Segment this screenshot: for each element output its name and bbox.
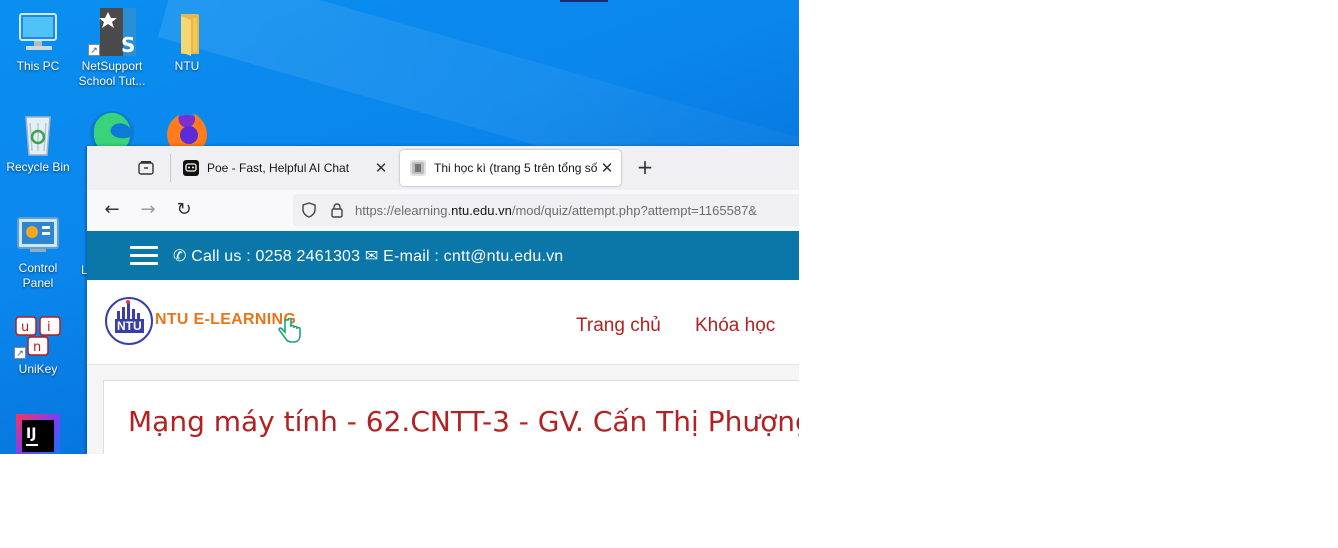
hamburger-menu-icon[interactable] [130,246,158,266]
moodle-page-icon [410,160,426,176]
course-title: Mạng máy tính - 62.CNTT-3 - GV. Cấn Thị … [128,405,799,438]
computer-icon [14,8,62,56]
contact-info: ✆ Call us : 0258 2461303 ✉ E-mail : cntt… [173,246,563,266]
course-header-card: Mạng máy tính - 62.CNTT-3 - GV. Cấn Thị … [103,380,799,454]
envelope-icon: ✉ [364,248,379,265]
desktop-icon-this-pc[interactable]: This PC [2,8,74,74]
url-path: /mod/quiz/attempt.php?attempt=1165587& [511,203,757,218]
shield-icon[interactable] [301,202,317,218]
navigation-bar: ← → ↻ https://elearning.ntu.edu.vn/mod/q… [87,190,799,232]
desktop-icon-label: This PC [16,59,60,73]
site-contact-bar: ✆ Call us : 0258 2461303 ✉ E-mail : cntt… [87,231,799,280]
svg-text:i: i [47,320,51,335]
close-tab-icon[interactable]: ✕ [371,159,391,177]
netsupport-icon: S ↗ [88,8,136,57]
control-panel-icon [14,210,62,258]
desktop-icon-intellij[interactable]: IJ [2,412,74,454]
desktop-icon-recycle-bin[interactable]: Recycle Bin [2,109,74,175]
ntu-logo[interactable]: NTU [105,297,153,345]
recycle-bin-icon [14,109,62,157]
url-text[interactable]: https://elearning.ntu.edu.vn/mod/quiz/at… [355,203,757,218]
svg-text:IJ: IJ [26,426,36,442]
tab-title: Poe - Fast, Helpful AI Chat [207,161,350,175]
desktop-icon-label: NetSupport School Tut... [78,59,146,88]
desktop-icon-control-panel[interactable]: Control Panel [2,210,74,291]
shortcut-arrow-icon: ↗ [14,347,26,359]
desktop-icon-netsupport[interactable]: S ↗ NetSupport School Tut... [76,8,148,89]
desktop-icon-label: Recycle Bin [6,160,70,174]
folder-icon [163,8,211,56]
site-header: NTU NTU E-LEARNING Trang chủ Khóa học [87,280,799,365]
phone-icon: ✆ [173,248,187,265]
tab-strip: Poe - Fast, Helpful AI Chat ✕ Thi học kì… [87,146,799,190]
tab-poe[interactable]: Poe - Fast, Helpful AI Chat ✕ [173,150,395,186]
url-prefix: https://elearning. [355,203,452,218]
svg-text:n: n [33,340,41,355]
url-bar[interactable]: https://elearning.ntu.edu.vn/mod/quiz/at… [293,194,799,226]
reload-icon[interactable]: ↻ [173,199,195,221]
taskbar-edge [560,0,608,2]
desktop-icon-label: Control Panel [18,261,58,290]
intellij-icon: IJ [14,412,62,454]
desktop-icon-label: UniKey [18,362,58,376]
contact-phone: Call us : 0258 2461303 [191,248,361,265]
desktop-icon-label: NTU [174,59,200,73]
logo-abbr: NTU [115,319,144,333]
forward-arrow-icon[interactable]: → [137,199,159,221]
unikey-icon: u i n ↗ [14,311,62,359]
tab-thi-hoc-ki[interactable]: Thi học kì (trang 5 trên tổng số ✕ [400,150,621,186]
menu-home[interactable]: Trang chủ [576,315,661,337]
url-domain: ntu.edu.vn [451,203,512,218]
logo-text[interactable]: NTU E-LEARNING [155,311,296,329]
page-content: Mạng máy tính - 62.CNTT-3 - GV. Cấn Thị … [87,365,799,454]
firefox-view-icon[interactable] [137,159,155,177]
desktop: This PC S ↗ NetSupport School Tut... NTU [0,0,799,454]
lock-icon[interactable] [329,202,345,218]
poe-icon [183,160,199,176]
new-tab-plus-icon[interactable]: + [635,157,655,177]
desktop-icon-ntu-folder[interactable]: NTU [151,8,223,74]
back-arrow-icon[interactable]: ← [101,199,123,221]
svg-text:S: S [121,33,135,56]
browser-window: Poe - Fast, Helpful AI Chat ✕ Thi học kì… [87,146,799,454]
pointing-hand-icon [277,316,303,346]
close-tab-icon[interactable]: ✕ [597,159,617,177]
desktop-icon-unikey[interactable]: u i n ↗ UniKey [2,311,74,377]
tab-title: Thi học kì (trang 5 trên tổng số [434,161,597,175]
tab-divider [170,154,171,182]
svg-text:u: u [21,320,29,335]
shortcut-arrow-icon: ↗ [88,44,100,56]
menu-courses[interactable]: Khóa học [695,315,775,337]
contact-email[interactable]: E-mail : cntt@ntu.edu.vn [383,248,563,265]
